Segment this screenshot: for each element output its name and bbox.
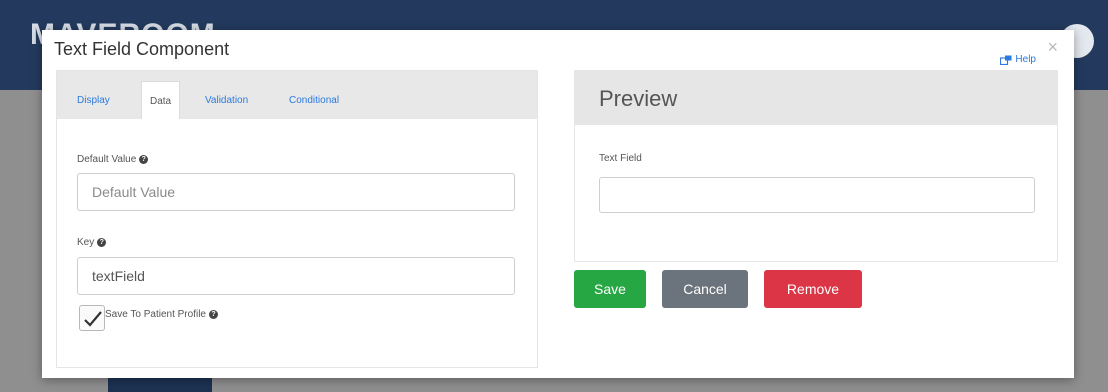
cancel-button[interactable]: Cancel bbox=[662, 270, 748, 308]
default-value-input[interactable] bbox=[77, 173, 515, 211]
external-link-icon bbox=[1000, 55, 1012, 65]
tab-validation[interactable]: Validation bbox=[197, 81, 256, 119]
question-circle-icon[interactable]: ? bbox=[97, 238, 107, 247]
preview-header: Preview bbox=[575, 71, 1057, 125]
help-link[interactable]: Help bbox=[1000, 54, 1036, 65]
data-tab-content: Default Value ? Key ? bbox=[57, 119, 537, 367]
tab-data[interactable]: Data bbox=[141, 81, 181, 119]
save-to-profile-label: Save To Patient Profile ? bbox=[105, 309, 218, 320]
close-icon[interactable]: × bbox=[1047, 38, 1058, 56]
preview-field-label: Text Field bbox=[599, 153, 642, 164]
save-to-profile-label-text: Save To Patient Profile bbox=[105, 309, 206, 320]
default-value-label-text: Default Value bbox=[77, 154, 137, 165]
question-circle-icon[interactable]: ? bbox=[209, 310, 218, 319]
component-settings-modal: Text Field Component Help × Display Data… bbox=[42, 30, 1074, 378]
save-to-profile-checkbox[interactable] bbox=[79, 305, 105, 331]
tab-bar: Display Data Validation Conditional bbox=[57, 71, 537, 119]
tab-conditional[interactable]: Conditional bbox=[281, 81, 347, 119]
key-label-text: Key bbox=[77, 237, 95, 248]
preview-panel: Preview Text Field bbox=[574, 70, 1058, 262]
preview-title: Preview bbox=[599, 86, 678, 111]
modal-title: Text Field Component bbox=[54, 39, 230, 59]
key-input[interactable] bbox=[77, 257, 515, 295]
question-circle-icon[interactable]: ? bbox=[139, 155, 149, 164]
preview-text-field[interactable] bbox=[599, 177, 1035, 213]
app-nav-tab bbox=[108, 378, 212, 392]
default-value-label: Default Value ? bbox=[77, 154, 149, 165]
tab-display[interactable]: Display bbox=[69, 81, 118, 119]
settings-panel: Display Data Validation Conditional Defa… bbox=[56, 70, 538, 368]
key-label: Key ? bbox=[77, 237, 107, 248]
save-button[interactable]: Save bbox=[574, 270, 646, 308]
checkmark-icon bbox=[84, 311, 102, 327]
help-label: Help bbox=[1015, 54, 1036, 65]
modal-header: Text Field Component Help × bbox=[42, 30, 1074, 68]
remove-button[interactable]: Remove bbox=[764, 270, 862, 308]
